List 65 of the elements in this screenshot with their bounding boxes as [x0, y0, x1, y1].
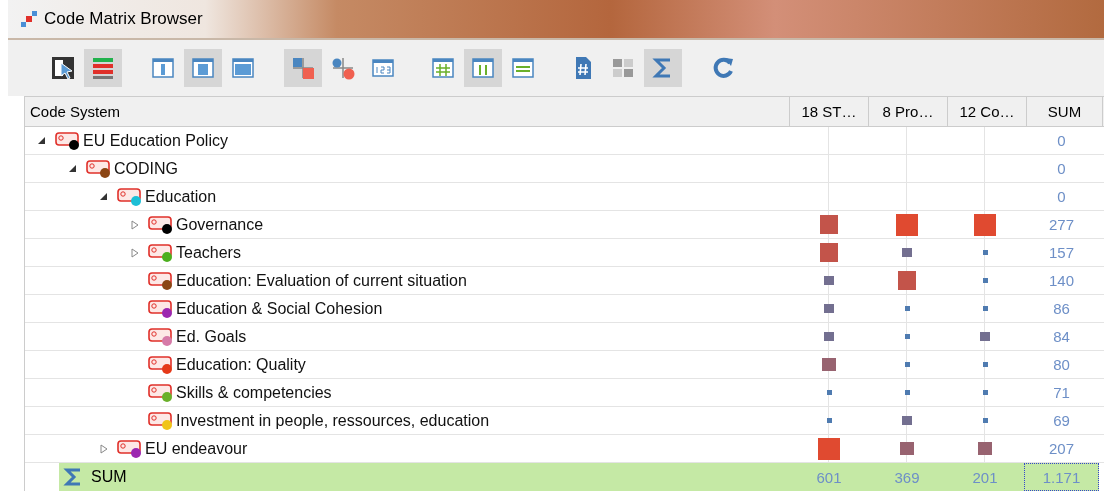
grid-circles-icon — [330, 55, 356, 81]
code-tag-icon — [148, 410, 172, 427]
code-label[interactable]: EU Education Policy — [83, 131, 228, 150]
grand-total: 1.171 — [1024, 463, 1099, 491]
sum-value: 0 — [1056, 159, 1067, 179]
sigma-icon — [63, 467, 83, 487]
window-title: Code Matrix Browser — [44, 9, 203, 29]
grid-squares-icon — [290, 55, 316, 81]
code-tag-icon — [148, 270, 172, 287]
code-tag-icon — [117, 186, 141, 203]
rows-icon — [510, 55, 536, 81]
column-header[interactable]: 12 Co… — [948, 97, 1027, 126]
code-label[interactable]: Teachers — [176, 243, 241, 262]
app-icon — [20, 10, 38, 28]
sum-value: 0 — [1056, 187, 1067, 207]
code-label[interactable]: Governance — [176, 215, 264, 234]
code-tag-icon — [148, 242, 172, 259]
sum-value: 277 — [1048, 215, 1075, 235]
code-tag-icon — [148, 382, 172, 399]
column-header[interactable]: SUM — [1027, 97, 1103, 126]
column-header[interactable]: 18 ST… — [790, 97, 869, 126]
sum-value: 84 — [1052, 327, 1071, 347]
code-tag-icon — [148, 326, 172, 343]
code-label[interactable]: CODING — [114, 159, 178, 178]
sum-value: 207 — [1048, 439, 1075, 459]
sum-value: 140 — [1048, 271, 1075, 291]
expand-arrow-icon[interactable] — [130, 219, 140, 230]
collapse-arrow-icon[interactable] — [68, 163, 78, 174]
code-tag-icon — [86, 158, 110, 175]
sum-label: SUM — [91, 468, 127, 486]
collapse-arrow-icon[interactable] — [99, 191, 109, 202]
code-label[interactable]: Education — [145, 187, 217, 206]
code-tag-icon — [148, 298, 172, 315]
expand-arrow-icon[interactable] — [99, 443, 109, 454]
code-tag-icon — [148, 354, 172, 371]
narrow-panel-icon — [150, 55, 176, 81]
grid-icon — [430, 55, 456, 81]
stacked-bars-icon — [90, 55, 116, 81]
column-total: 369 — [868, 463, 946, 491]
columns-icon — [470, 55, 496, 81]
sum-value: 86 — [1052, 299, 1071, 319]
code-label[interactable]: Ed. Goals — [176, 327, 247, 346]
code-tag-icon — [148, 214, 172, 231]
code-tag-icon — [117, 438, 141, 455]
column-header[interactable]: 8 Pro… — [869, 97, 948, 126]
expand-arrow-icon[interactable] — [130, 247, 140, 258]
sum-value: 0 — [1056, 131, 1067, 151]
code-label[interactable]: EU endeavour — [145, 439, 248, 458]
code-label[interactable]: Education & Social Cohesion — [176, 299, 383, 318]
sum-value: 80 — [1052, 355, 1071, 375]
code-label[interactable]: Investment in people, ressources, education — [176, 411, 490, 430]
wide-panel-icon — [230, 55, 256, 81]
sum-value: 69 — [1052, 411, 1071, 431]
sum-value: 71 — [1052, 383, 1071, 403]
sum-value: 157 — [1048, 243, 1075, 263]
column-total: 601 — [790, 463, 868, 491]
column-total: 201 — [946, 463, 1024, 491]
code-label[interactable]: Education: Quality — [176, 355, 306, 374]
collapse-arrow-icon[interactable] — [37, 135, 47, 146]
code-label[interactable]: Skills & competencies — [176, 383, 332, 402]
column-header[interactable]: Code System — [25, 97, 790, 126]
code-label[interactable]: Education: Evaluation of current situation — [176, 271, 467, 290]
medium-panel-icon — [190, 55, 216, 81]
code-tag-icon — [55, 130, 79, 147]
cursor-icon — [50, 55, 76, 81]
